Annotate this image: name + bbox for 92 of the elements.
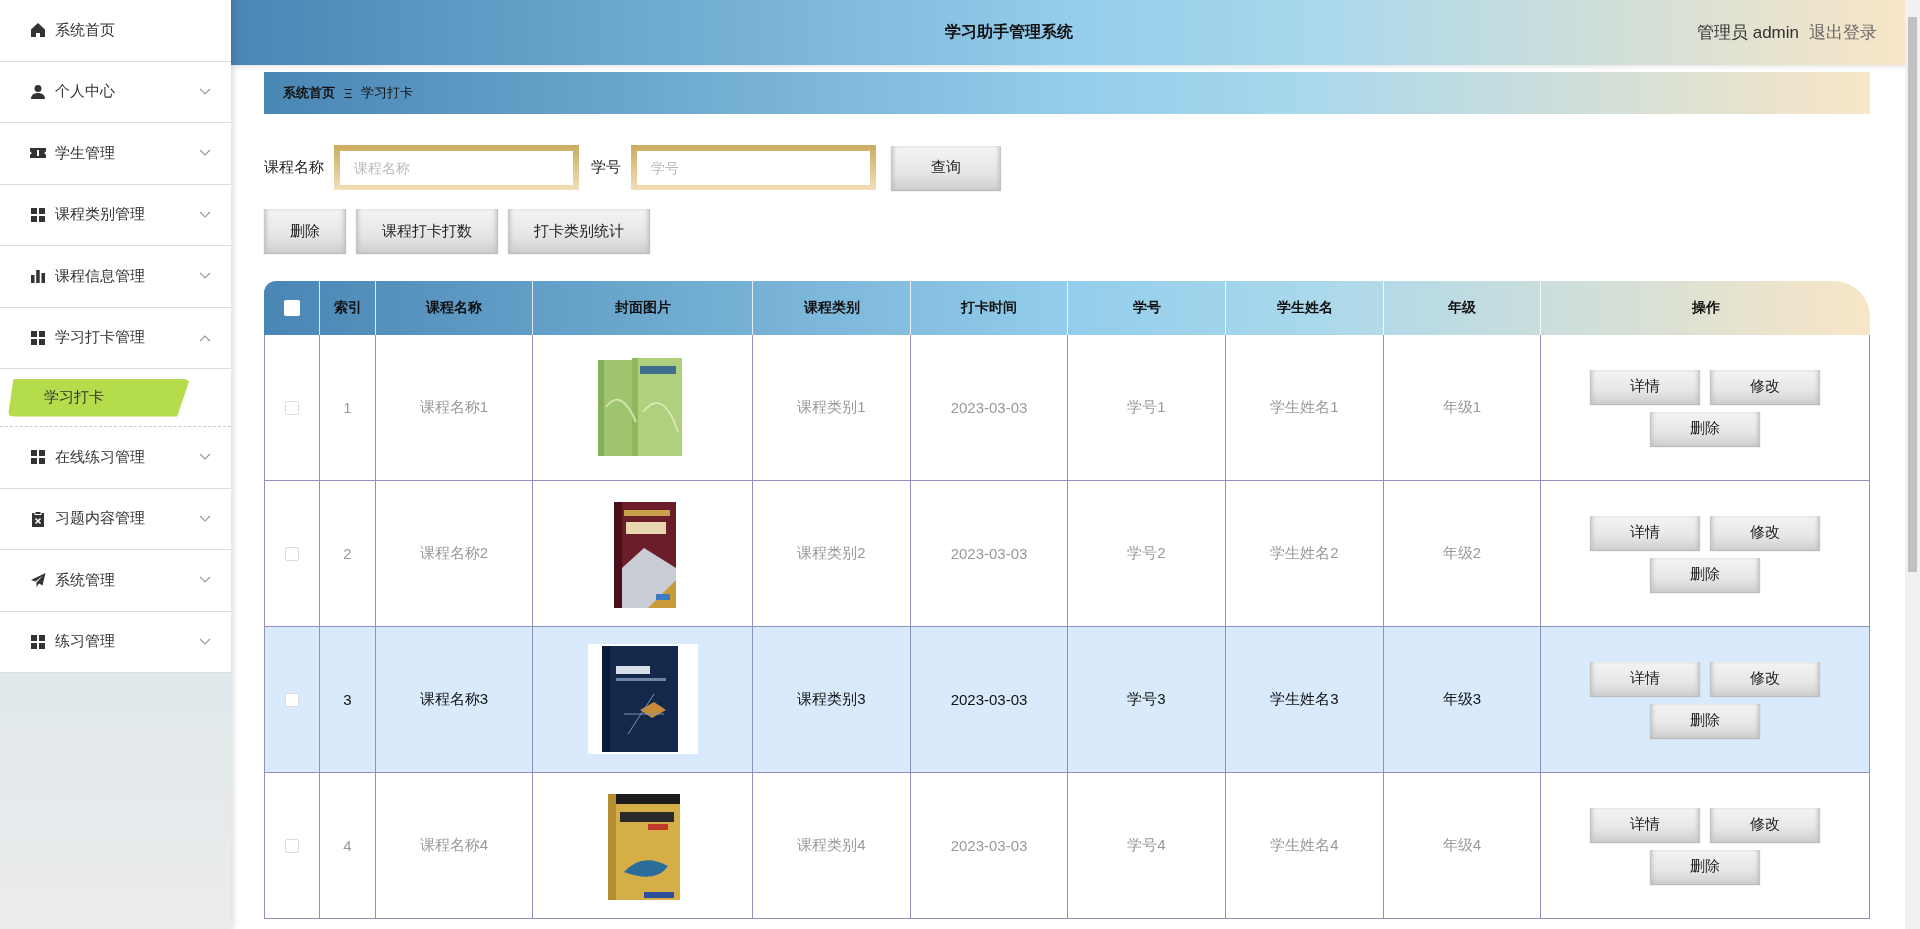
action-button[interactable]: 删除 — [264, 209, 346, 253]
table-cell: 学生姓名4 — [1270, 836, 1339, 855]
column-header: 课程名称 — [426, 299, 482, 317]
action-button[interactable]: 课程打卡打数 — [356, 209, 498, 253]
table-cell: 学生姓名3 — [1270, 690, 1339, 709]
table-cell: 4 — [343, 837, 352, 854]
search-field[interactable]: 课程名称 — [334, 145, 579, 190]
table-cell: 2023-03-03 — [950, 837, 1028, 854]
chevron-up-icon — [199, 333, 211, 342]
table-row[interactable]: 3 课程名称3 课程类别3 2023-03-03 学号3 学生姓名3 年级3 详情 修改 删除 — [264, 627, 1870, 773]
row-button[interactable]: 详情 — [1590, 515, 1700, 550]
user-name: 管理员 admin — [1696, 22, 1799, 44]
column-header: 索引 — [333, 299, 362, 317]
chevron-down-icon — [199, 576, 211, 585]
row-button[interactable]: 修改 — [1710, 807, 1820, 842]
row-button[interactable]: 删除 — [1650, 849, 1760, 884]
row-checkbox[interactable] — [285, 838, 299, 853]
action-button[interactable]: 打卡类别统计 — [508, 209, 650, 253]
app-title: 学习助手管理系统 — [944, 22, 1074, 42]
table-cell: 学号1 — [1127, 398, 1166, 417]
breadcrumb-link[interactable]: 系统首页 — [283, 84, 335, 102]
breadcrumb-separator: Ξ — [344, 85, 353, 101]
logout-link[interactable]: 退出登录 — [1809, 21, 1877, 44]
chevron-down-icon — [199, 637, 211, 646]
select-all-checkbox[interactable] — [283, 300, 300, 316]
row-button[interactable]: 修改 — [1710, 515, 1820, 550]
table-cell: 年级1 — [1442, 398, 1482, 417]
table-cell: 年级2 — [1442, 544, 1482, 563]
table-cell: 2023-03-03 — [950, 399, 1028, 416]
bar-chart-icon — [30, 268, 46, 285]
field-label: 课程名称 — [264, 158, 324, 177]
table-cell: 课程名称4 — [419, 836, 489, 855]
table-cell: 3 — [343, 691, 352, 708]
grid-icon — [30, 329, 46, 346]
chevron-down-icon — [199, 272, 211, 281]
person-icon — [30, 83, 46, 100]
chevron-down-icon — [199, 87, 211, 96]
table-row[interactable]: 2 课程名称2 课程类别2 2023-03-03 学号2 学生姓名2 年级2 详情 修改 删除 — [264, 481, 1870, 627]
table-cell: 课程名称3 — [419, 690, 489, 709]
clipboard-icon — [30, 510, 46, 527]
table-cell: 2023-03-03 — [950, 691, 1028, 708]
column-header: 操作 — [1691, 299, 1720, 317]
row-button[interactable]: 删除 — [1650, 411, 1760, 446]
column-header: 课程类别 — [803, 299, 860, 317]
chevron-down-icon — [199, 210, 211, 219]
column-header: 学号 — [1132, 299, 1161, 317]
search-button[interactable]: 查询 — [891, 145, 1001, 190]
table-cell: 学号2 — [1127, 544, 1166, 563]
paper-plane-icon — [30, 572, 46, 589]
table-cell: 2 — [343, 545, 352, 562]
row-button[interactable]: 详情 — [1590, 807, 1700, 842]
table-cell: 课程名称1 — [419, 398, 489, 417]
table-row[interactable]: 4 课程名称4 课程类别4 2023-03-03 学号4 学生姓名4 年级4 详情 修改 删除 — [264, 773, 1870, 919]
row-checkbox[interactable] — [285, 692, 299, 707]
table-cell: 学生姓名1 — [1270, 398, 1339, 417]
table-cell: 课程名称2 — [419, 544, 489, 563]
grid-icon — [30, 206, 46, 223]
table-cell: 1 — [343, 399, 352, 416]
row-checkbox[interactable] — [285, 546, 299, 561]
scrollbar-thumb[interactable] — [1908, 17, 1917, 572]
sidebar-subitem[interactable]: 学习打卡 — [8, 378, 190, 417]
table-cell: 课程类别1 — [797, 398, 866, 417]
home-icon — [30, 22, 46, 39]
grid-icon — [30, 633, 46, 650]
row-button[interactable]: 详情 — [1590, 661, 1700, 696]
search-field[interactable]: 学号 — [631, 145, 876, 190]
field-label: 学号 — [591, 158, 621, 177]
table-cell: 课程类别4 — [797, 836, 866, 855]
grid-icon — [30, 449, 46, 466]
row-button[interactable]: 删除 — [1650, 557, 1760, 592]
row-checkbox[interactable] — [285, 400, 299, 415]
row-button[interactable]: 删除 — [1650, 703, 1760, 738]
table-cell: 年级4 — [1442, 836, 1482, 855]
column-header: 封面图片 — [614, 299, 671, 317]
chevron-down-icon — [199, 514, 211, 523]
column-header: 学生姓名 — [1276, 299, 1333, 317]
row-button[interactable]: 修改 — [1710, 661, 1820, 696]
column-header: 年级 — [1448, 299, 1476, 317]
row-button[interactable]: 详情 — [1590, 369, 1700, 404]
breadcrumb-current: 学习打卡 — [361, 84, 414, 102]
table-cell: 学号3 — [1127, 690, 1166, 709]
table-cell: 学生姓名2 — [1270, 544, 1339, 563]
table-cell: 学号4 — [1127, 836, 1166, 855]
table-cell: 课程类别2 — [797, 544, 866, 563]
column-header: 打卡时间 — [961, 299, 1017, 317]
table-cell: 2023-03-03 — [950, 545, 1028, 562]
chevron-down-icon — [199, 149, 211, 158]
table-cell: 年级3 — [1442, 690, 1482, 709]
chevron-down-icon — [199, 453, 211, 462]
row-button[interactable]: 修改 — [1710, 369, 1820, 404]
table-row[interactable]: 1 课程名称1 课程类别1 2023-03-03 学号1 学生姓名1 年级1 详情 修改 删除 — [264, 335, 1870, 481]
table-cell: 课程类别3 — [797, 690, 866, 709]
